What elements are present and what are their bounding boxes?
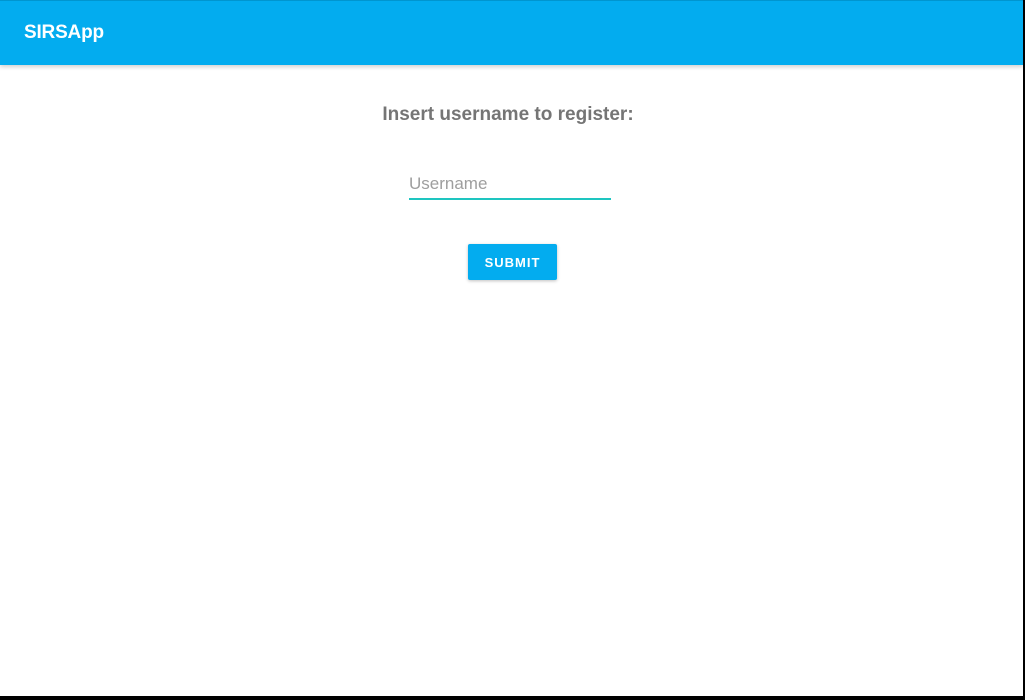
app-window: SIRSApp Insert username to register: SUB… bbox=[0, 0, 1023, 696]
register-prompt: Insert username to register: bbox=[382, 104, 634, 125]
app-title: SIRSApp bbox=[24, 22, 104, 43]
app-bar: SIRSApp bbox=[0, 1, 1023, 65]
submit-button[interactable]: SUBMIT bbox=[468, 244, 557, 280]
username-field-container bbox=[409, 170, 611, 200]
username-input[interactable] bbox=[409, 170, 611, 198]
